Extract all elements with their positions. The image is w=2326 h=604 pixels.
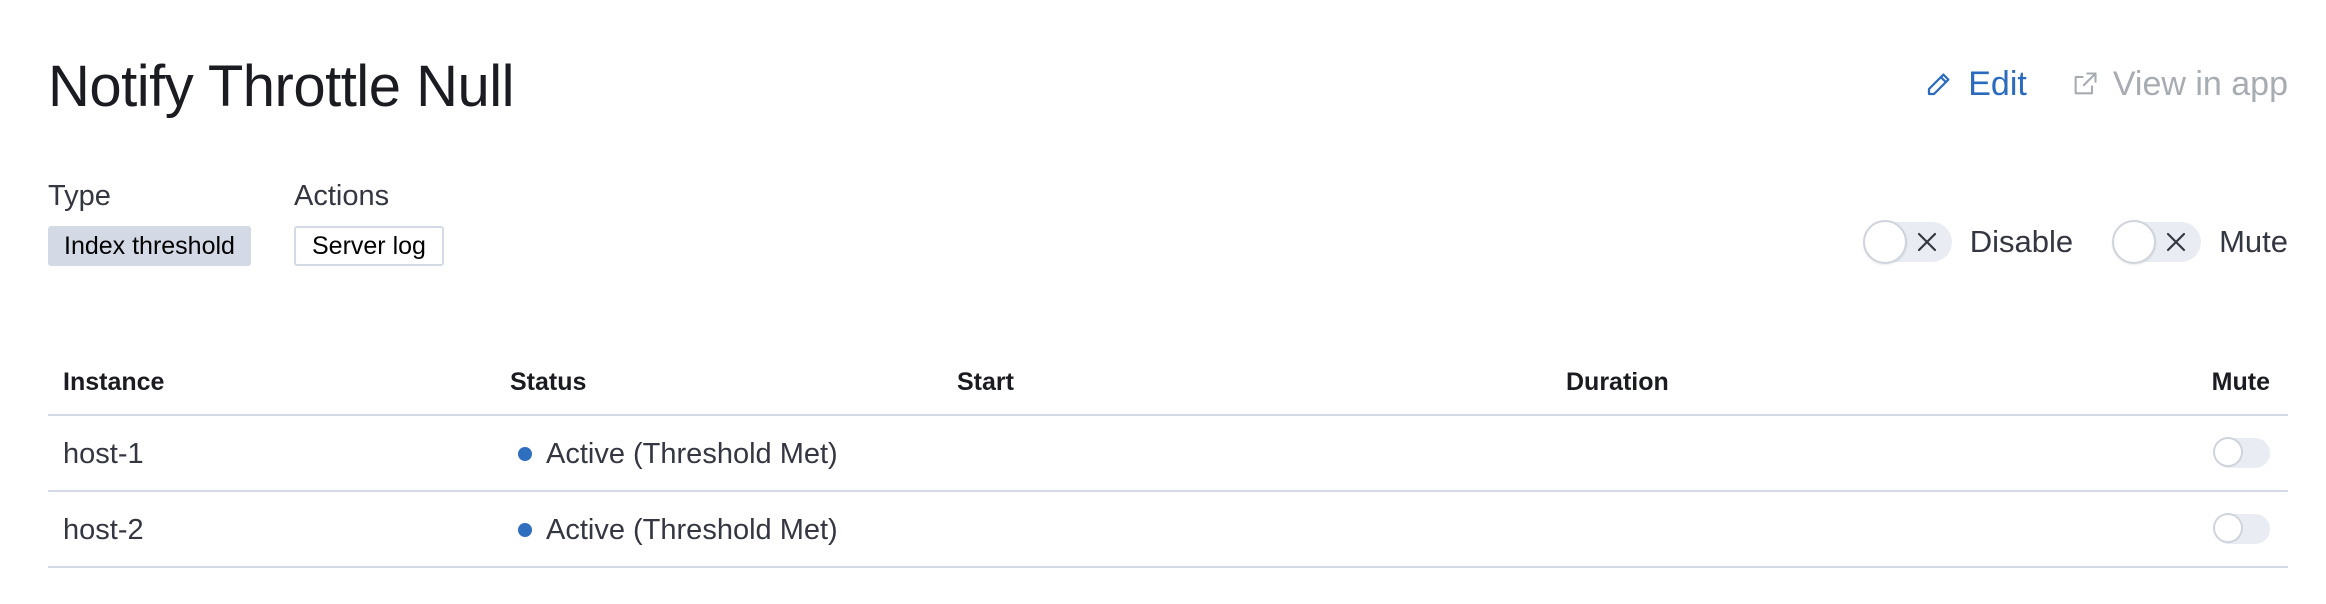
status-cell: Active (Threshold Met) — [510, 436, 838, 472]
pencil-icon — [1924, 69, 1954, 99]
dot-icon — [518, 447, 532, 461]
status-text: Active (Threshold Met) — [546, 514, 838, 546]
column-header-instance[interactable]: Instance — [63, 366, 164, 398]
close-icon — [1916, 231, 1938, 258]
type-badge: Index threshold — [48, 226, 251, 266]
switch-thumb — [2112, 220, 2157, 264]
switch-thumb — [2213, 437, 2243, 467]
external-link-icon — [2071, 70, 2099, 98]
type-label: Type — [48, 180, 111, 212]
switch-thumb — [1862, 220, 1907, 264]
disable-switch-group: Disable — [1862, 219, 2074, 265]
instance-cell: host-1 — [63, 438, 144, 470]
column-header-status[interactable]: Status — [510, 366, 586, 398]
alert-details-page: Notify Throttle Null Edit View in app Ty… — [48, 0, 2288, 604]
actions-label: Actions — [294, 180, 390, 212]
table-row: host-2 Active (Threshold Met) — [48, 492, 2288, 568]
column-header-start[interactable]: Start — [957, 366, 1014, 398]
edit-label: Edit — [1968, 65, 2027, 103]
column-header-mute: Mute — [2211, 368, 2270, 396]
view-in-app-label: View in app — [2112, 65, 2288, 103]
status-cell: Active (Threshold Met) — [510, 512, 838, 548]
edit-button[interactable]: Edit — [1924, 60, 2027, 108]
page-title: Notify Throttle Null — [48, 54, 514, 119]
switch-thumb — [2213, 513, 2243, 543]
actions-field: Actions Server log — [294, 176, 444, 266]
header-actions: Edit View in app — [1924, 60, 2288, 108]
instances-table: Instance Status Start Duration Mute host… — [48, 348, 2288, 568]
status-text: Active (Threshold Met) — [546, 438, 838, 470]
dot-icon — [518, 523, 532, 537]
instance-mute-switch[interactable] — [2213, 513, 2270, 544]
instance-mute-switch[interactable] — [2213, 437, 2270, 468]
instance-cell: host-2 — [63, 514, 144, 546]
disable-label: Disable — [1969, 224, 2074, 259]
view-in-app-button[interactable]: View in app — [2071, 60, 2288, 108]
table-header: Instance Status Start Duration Mute — [48, 348, 2288, 416]
alert-switches: Disable Mute — [1862, 219, 2288, 265]
table-row: host-1 Active (Threshold Met) — [48, 416, 2288, 492]
close-icon — [2165, 231, 2187, 258]
mute-switch-group: Mute — [2112, 219, 2288, 265]
action-badge: Server log — [294, 226, 444, 266]
type-field: Type Index threshold — [48, 176, 251, 266]
mute-label: Mute — [2219, 224, 2288, 259]
column-header-duration[interactable]: Duration — [1566, 366, 1669, 398]
mute-switch[interactable] — [2112, 220, 2202, 264]
disable-switch[interactable] — [1862, 220, 1952, 264]
